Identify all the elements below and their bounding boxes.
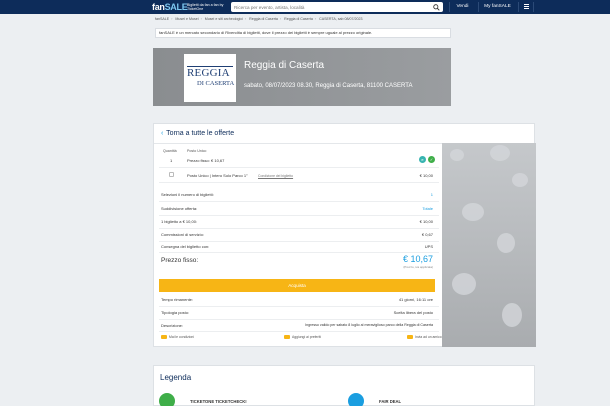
ticketcheck-icon <box>159 393 175 406</box>
breadcrumb-item: CASERTA, sab 08/07/2023 <box>319 17 363 21</box>
buy-button[interactable]: Acquista <box>159 279 435 292</box>
mail-icon <box>407 335 413 340</box>
menu-button[interactable] <box>518 2 534 12</box>
my-fansale-button[interactable]: My fanSALE <box>478 2 516 12</box>
seat-header: Posto Unico <box>187 149 207 153</box>
ticket-conditions-link[interactable]: Condizione del biglietto <box>258 174 293 178</box>
delivery-label: Consegna del biglietto con: <box>161 244 210 249</box>
logo-sale-text: SALE <box>164 2 188 12</box>
ticket-quantity: 1 <box>170 158 173 163</box>
divider <box>159 319 439 320</box>
time-left-label: Tempo rimanente: <box>161 297 194 302</box>
time-left-value: 41 giorni, 16:11 ore <box>398 297 433 302</box>
divider <box>159 201 439 202</box>
share-friend-link[interactable]: Invia ad un amico <box>407 335 442 340</box>
description-label: Descrizione: <box>161 323 184 328</box>
search-icon[interactable] <box>433 4 440 11</box>
ticket-price: € 10,00 <box>419 173 433 178</box>
add-favorites-link[interactable]: Aggiungi ai preferiti <box>284 335 322 340</box>
legend-title: Legenda <box>160 373 192 382</box>
hamburger-icon <box>523 4 529 9</box>
offer-split-value: Totale <box>422 206 433 211</box>
legend-panel: Legenda TICKETONE TICKETCHECK! FAIR DEAL <box>153 365 535 406</box>
ticket-count-select[interactable]: 1 <box>431 192 433 197</box>
divider <box>159 306 439 307</box>
search-input[interactable] <box>231 2 427 12</box>
event-header: REGGIA DI CASERTA Reggia di Caserta saba… <box>153 48 451 106</box>
price-note: (Prezzo, iva applicata) <box>403 265 433 269</box>
ticket-description: Posto Unico | Intero Solo Parco 1° <box>187 173 248 178</box>
fixed-price-line: Prezzo fisso: € 10,67 <box>187 158 225 163</box>
breadcrumb: fanSALE › Musei e Musei › Musei e siti arc… <box>155 17 363 21</box>
fixed-price-value: € 10,67 <box>402 254 433 264</box>
heart-icon <box>284 335 290 340</box>
divider <box>159 228 439 229</box>
info-icon <box>161 335 167 340</box>
offer-panel: ‹ Torna a tutte le offerte Quantità Post… <box>153 123 536 347</box>
divider <box>159 331 439 332</box>
quantity-header: Quantità <box>163 149 177 153</box>
ticket-checkbox[interactable] <box>169 172 174 177</box>
conditions-label: Mai le condizioni <box>169 335 195 339</box>
back-to-offers-link[interactable]: ‹ Torna a tutte le offerte <box>161 130 234 137</box>
delivery-value: UPS <box>424 244 433 249</box>
service-fee-label: Commissioni di servizio: <box>161 232 204 237</box>
resale-notice: fanSALE è un mercato secondario di Riven… <box>155 28 451 38</box>
top-bar: fanSALE Biglietti da fan a fan by Ticket… <box>0 0 610 14</box>
conditions-link[interactable]: Mai le condizioni <box>161 335 195 340</box>
seat-type-value: Scelta libera del posto <box>393 310 433 315</box>
reggia-logo: REGGIA DI CASERTA <box>184 54 236 102</box>
crowd-photo <box>442 143 536 347</box>
logo-line2: DI CASERTA <box>197 80 235 87</box>
legend-ticketcheck-label: TICKETONE TICKETCHECK! <box>190 399 247 404</box>
breadcrumb-item[interactable]: Musei e Musei <box>175 17 198 21</box>
logo-tagline: Biglietti da fan a fan by TicketOne <box>187 3 224 11</box>
breadcrumb-item[interactable]: Reggia di Caserta <box>249 17 278 21</box>
ticket-count-label: Selezioni il numero di biglietti: <box>161 192 214 197</box>
fair-deal-icon <box>348 393 364 406</box>
divider <box>159 215 439 216</box>
breadcrumb-item[interactable]: Reggia di Caserta <box>284 17 313 21</box>
chevron-left-icon: ‹ <box>161 130 164 137</box>
unit-price-label: 1 biglietto a € 10,00: <box>161 219 198 224</box>
ticketcheck-icon: ✓ <box>428 156 435 163</box>
breadcrumb-item[interactable]: Musei e siti archeologici <box>205 17 243 21</box>
favorites-label: Aggiungi ai preferiti <box>292 335 322 339</box>
back-label: Torna a tutte le offerte <box>166 130 235 137</box>
sell-button[interactable]: Vendi <box>449 2 475 12</box>
divider <box>159 167 439 168</box>
description-value: Ingresso valido per sabato 8 luglio al m… <box>305 323 433 327</box>
unit-price-value: € 10,00 <box>419 219 433 224</box>
fansale-logo[interactable]: fanSALE <box>152 2 188 12</box>
offer-split-label: Suddivisione offerta: <box>161 206 198 211</box>
event-title: Reggia di Caserta <box>244 60 325 71</box>
divider <box>159 182 439 183</box>
logo-line1: REGGIA <box>187 67 230 79</box>
search-box <box>231 2 443 12</box>
event-date-venue: sabato, 08/07/2023 08.30, Reggia di Case… <box>244 83 413 89</box>
divider <box>159 252 439 253</box>
logo-fan-text: fan <box>152 2 165 12</box>
service-fee-value: € 0,67 <box>421 232 433 237</box>
fixed-price-label: Prezzo fisso: <box>161 257 199 264</box>
legend-fair-deal-label: FAIR DEAL <box>379 399 402 404</box>
e-ticket-icon: e <box>419 156 426 163</box>
divider <box>159 241 439 242</box>
share-label: Invia ad un amico <box>415 335 442 339</box>
breadcrumb-item[interactable]: fanSALE <box>155 17 169 21</box>
seat-type-label: Tipologia posto: <box>161 310 190 315</box>
